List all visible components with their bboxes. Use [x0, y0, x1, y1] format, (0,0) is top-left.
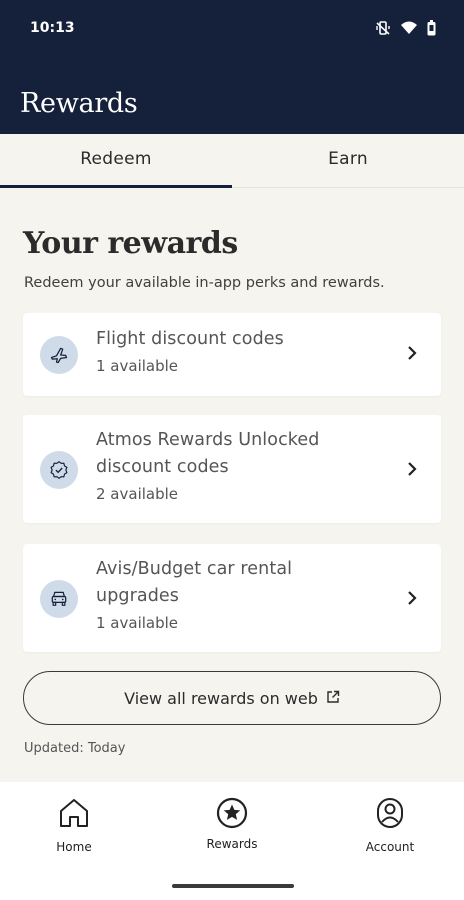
chevron-right-icon [407, 345, 417, 365]
view-all-rewards-web-button[interactable]: View all rewards on web [23, 671, 441, 725]
wifi-icon [401, 21, 417, 35]
bottom-nav: Home Rewards Account [0, 782, 464, 900]
tab-redeem[interactable]: Redeem [0, 134, 232, 188]
reward-availability: 1 available [96, 614, 179, 632]
battery-icon [427, 20, 436, 36]
reward-title-continued: upgrades [96, 586, 180, 606]
status-icons [375, 20, 436, 36]
tab-earn[interactable]: Earn [232, 134, 464, 187]
vibrate-off-icon [375, 20, 391, 36]
reward-card-atmos-discount[interactable]: Atmos Rewards Unlocked discount codes 2 … [23, 415, 441, 523]
airplane-icon [40, 336, 78, 374]
app-header: 10:13 Rewards [0, 0, 464, 134]
web-button-label: View all rewards on web [124, 688, 318, 708]
chevron-right-icon [407, 590, 417, 610]
nav-account[interactable]: Account [330, 796, 450, 854]
nav-rewards-label: Rewards [206, 837, 258, 851]
badge-check-icon [40, 451, 78, 489]
tab-bar: Redeem Earn [0, 134, 464, 188]
section-title: Your rewards [23, 226, 238, 261]
reward-title: Flight discount codes [96, 329, 284, 349]
reward-title: Atmos Rewards Unlocked [96, 430, 320, 450]
updated-timestamp: Updated: Today [24, 741, 126, 756]
nav-rewards[interactable]: Rewards [172, 796, 292, 851]
section-subtitle: Redeem your available in-app perks and r… [24, 275, 385, 291]
car-icon [40, 580, 78, 618]
gesture-bar [172, 884, 294, 888]
external-link-icon [326, 689, 340, 708]
nav-account-label: Account [365, 840, 415, 854]
reward-availability: 2 available [96, 485, 179, 503]
reward-title: Avis/Budget car rental [96, 559, 293, 579]
home-icon [57, 796, 91, 834]
reward-availability: 1 available [96, 357, 179, 375]
nav-home[interactable]: Home [14, 796, 134, 854]
reward-card-flight-discount[interactable]: Flight discount codes 1 available [23, 313, 441, 396]
chevron-right-icon [407, 461, 417, 481]
status-time: 10:13 [30, 20, 75, 36]
nav-home-label: Home [56, 840, 92, 854]
reward-card-car-rental-upgrade[interactable]: Avis/Budget car rental upgrades 1 availa… [23, 544, 441, 652]
page-title: Rewards [20, 88, 138, 119]
account-icon [373, 796, 407, 834]
reward-title-continued: discount codes [96, 457, 229, 477]
star-circle-icon [215, 796, 249, 834]
